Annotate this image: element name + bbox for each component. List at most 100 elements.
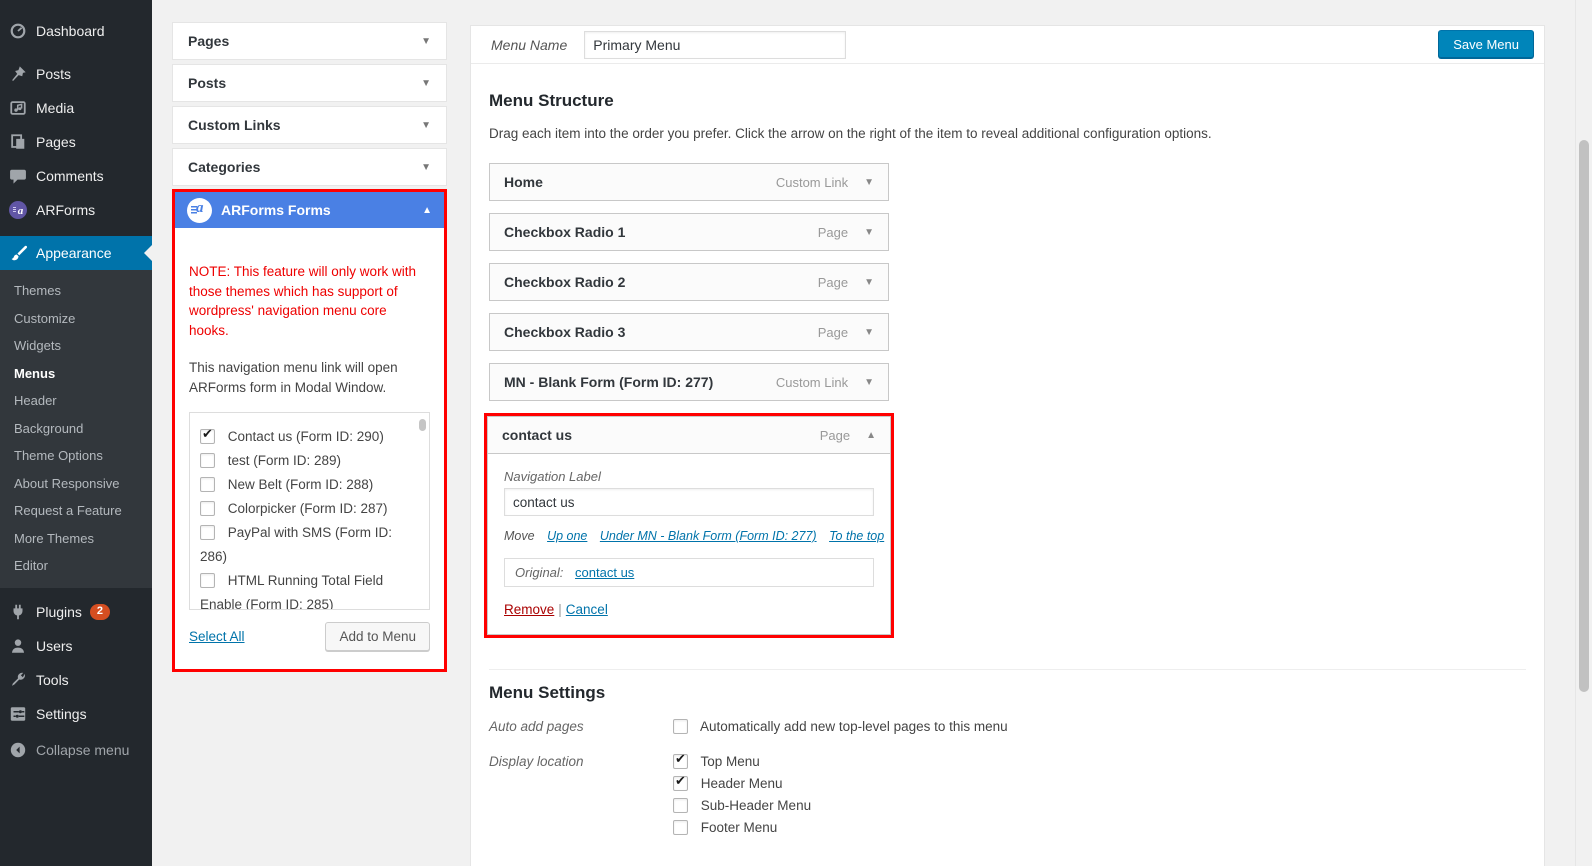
chevron-up-icon[interactable]: ▲ <box>866 430 876 441</box>
form-list-item[interactable]: PayPal with SMS (Form ID: 286) <box>200 521 421 569</box>
form-list-item[interactable]: New Belt (Form ID: 288) <box>200 473 421 497</box>
save-menu-button[interactable]: Save Menu <box>1438 30 1534 59</box>
accordion-section-pages[interactable]: Pages ▼ <box>172 22 447 60</box>
arforms-note-text: NOTE: This feature will only work with t… <box>189 262 430 340</box>
submenu-item-more-themes[interactable]: More Themes <box>0 525 152 553</box>
arforms-form-list: Contact us (Form ID: 290) test (Form ID:… <box>189 412 430 610</box>
sidebar-item-tools[interactable]: Tools <box>0 663 152 697</box>
sidebar-item-pages[interactable]: Pages <box>0 125 152 159</box>
menu-item-type: Page <box>820 428 850 443</box>
collapse-menu-button[interactable]: Collapse menu <box>0 733 152 767</box>
location-header-menu[interactable]: Header Menu <box>673 773 811 795</box>
submenu-item-editor[interactable]: Editor <box>0 552 152 580</box>
submenu-item-themes[interactable]: Themes <box>0 277 152 305</box>
sidebar-item-posts[interactable]: Posts <box>0 57 152 91</box>
menu-items-list: Home Custom Link▼ Checkbox Radio 1 Page▼… <box>489 163 889 638</box>
form-label: New Belt (Form ID: 288) <box>228 477 374 492</box>
submenu-item-menus[interactable]: Menus <box>0 360 152 388</box>
cancel-link[interactable]: Cancel <box>566 602 608 617</box>
menu-item-home[interactable]: Home Custom Link▼ <box>489 163 889 201</box>
footer-menu-checkbox[interactable] <box>673 820 688 835</box>
sidebar-item-label: Tools <box>36 672 69 688</box>
add-to-menu-button[interactable]: Add to Menu <box>325 622 430 651</box>
submenu-item-background[interactable]: Background <box>0 415 152 443</box>
menu-item-settings: Navigation Label Move Up one Under MN - … <box>487 454 891 635</box>
menu-item-checkbox-radio-2[interactable]: Checkbox Radio 2 Page▼ <box>489 263 889 301</box>
sidebar-item-appearance[interactable]: Appearance <box>0 236 152 270</box>
navigation-label-input[interactable] <box>504 488 874 516</box>
chevron-down-icon[interactable]: ▼ <box>864 327 874 338</box>
form-list-item[interactable]: Contact us (Form ID: 290) <box>200 425 421 449</box>
accordion-section-arforms-forms[interactable]: a ARForms Forms ▲ <box>175 192 444 228</box>
accordion-section-custom-links[interactable]: Custom Links ▼ <box>172 106 447 144</box>
comment-icon <box>8 166 28 186</box>
move-under-link[interactable]: Under MN - Blank Form (Form ID: 277) <box>600 529 817 543</box>
list-scrollbar-thumb[interactable] <box>419 419 426 431</box>
submenu-item-header[interactable]: Header <box>0 387 152 415</box>
location-footer-menu[interactable]: Footer Menu <box>673 817 811 839</box>
accordion-section-posts[interactable]: Posts ▼ <box>172 64 447 102</box>
arforms-section-highlight: a ARForms Forms ▲ NOTE: This feature wil… <box>172 189 447 672</box>
submenu-item-customize[interactable]: Customize <box>0 305 152 333</box>
plugin-icon <box>8 602 28 622</box>
display-location-caption: Display location <box>489 751 673 839</box>
chevron-down-icon[interactable]: ▼ <box>864 277 874 288</box>
sidebar-item-plugins[interactable]: Plugins 2 <box>0 595 152 629</box>
accordion-section-title: Posts <box>188 75 226 91</box>
form-checkbox[interactable] <box>200 429 215 444</box>
move-up-one-link[interactable]: Up one <box>547 529 587 543</box>
original-link[interactable]: contact us <box>575 565 634 580</box>
location-label: Sub-Header Menu <box>701 798 811 813</box>
form-checkbox[interactable] <box>200 453 215 468</box>
sidebar-item-comments[interactable]: Comments <box>0 159 152 193</box>
sub-header-menu-checkbox[interactable] <box>673 798 688 813</box>
submenu-item-about-responsive[interactable]: About Responsive <box>0 470 152 498</box>
plugins-update-badge: 2 <box>90 604 110 620</box>
sidebar-item-arforms[interactable]: a ARForms <box>0 193 152 227</box>
chevron-down-icon[interactable]: ▼ <box>864 377 874 388</box>
menu-item-type: Page <box>818 325 848 340</box>
sidebar-item-label: Pages <box>36 134 76 150</box>
form-checkbox[interactable] <box>200 573 215 588</box>
form-list-item[interactable]: Colorpicker (Form ID: 287) <box>200 497 421 521</box>
menu-item-contact-us[interactable]: contact us Page▲ <box>487 416 891 454</box>
form-checkbox[interactable] <box>200 501 215 516</box>
select-all-link[interactable]: Select All <box>189 629 245 644</box>
sidebar-item-label: Dashboard <box>36 23 105 39</box>
location-top-menu[interactable]: Top Menu <box>673 751 811 773</box>
menu-item-mn-blank-form[interactable]: MN - Blank Form (Form ID: 277) Custom Li… <box>489 363 889 401</box>
menu-item-checkbox-radio-1[interactable]: Checkbox Radio 1 Page▼ <box>489 213 889 251</box>
chevron-down-icon[interactable]: ▼ <box>864 177 874 188</box>
menu-name-input[interactable] <box>584 31 846 59</box>
appearance-submenu: Themes Customize Widgets Menus Header Ba… <box>0 270 152 588</box>
top-menu-checkbox[interactable] <box>673 754 688 769</box>
collapse-arrow-icon <box>8 740 28 760</box>
sidebar-item-settings[interactable]: Settings <box>0 697 152 731</box>
page-scrollbar[interactable] <box>1575 0 1592 866</box>
auto-add-pages-option[interactable]: Automatically add new top-level pages to… <box>673 716 1008 738</box>
submenu-item-theme-options[interactable]: Theme Options <box>0 442 152 470</box>
sidebar-item-media[interactable]: Media <box>0 91 152 125</box>
form-list-item[interactable]: HTML Running Total Field Enable (Form ID… <box>200 569 421 610</box>
page-scrollbar-thumb[interactable] <box>1579 140 1589 692</box>
auto-add-pages-checkbox[interactable] <box>673 719 688 734</box>
dashboard-icon <box>8 21 28 41</box>
header-menu-checkbox[interactable] <box>673 776 688 791</box>
menu-item-title: Home <box>504 174 543 190</box>
location-sub-header-menu[interactable]: Sub-Header Menu <box>673 795 811 817</box>
submenu-item-widgets[interactable]: Widgets <box>0 332 152 360</box>
menu-item-checkbox-radio-3[interactable]: Checkbox Radio 3 Page▼ <box>489 313 889 351</box>
sidebar-item-dashboard[interactable]: Dashboard <box>0 14 152 48</box>
chevron-down-icon[interactable]: ▼ <box>864 227 874 238</box>
accordion-section-categories[interactable]: Categories ▼ <box>172 148 447 186</box>
form-checkbox[interactable] <box>200 477 215 492</box>
arforms-panel-body: NOTE: This feature will only work with t… <box>175 228 444 669</box>
submenu-item-request-a-feature[interactable]: Request a Feature <box>0 497 152 525</box>
remove-link[interactable]: Remove <box>504 602 554 617</box>
move-to-top-link[interactable]: To the top <box>829 529 884 543</box>
form-list-item[interactable]: test (Form ID: 289) <box>200 449 421 473</box>
menu-structure-title: Menu Structure <box>489 64 1526 111</box>
sidebar-item-users[interactable]: Users <box>0 629 152 663</box>
menu-name-label: Menu Name <box>491 37 567 53</box>
form-checkbox[interactable] <box>200 525 215 540</box>
